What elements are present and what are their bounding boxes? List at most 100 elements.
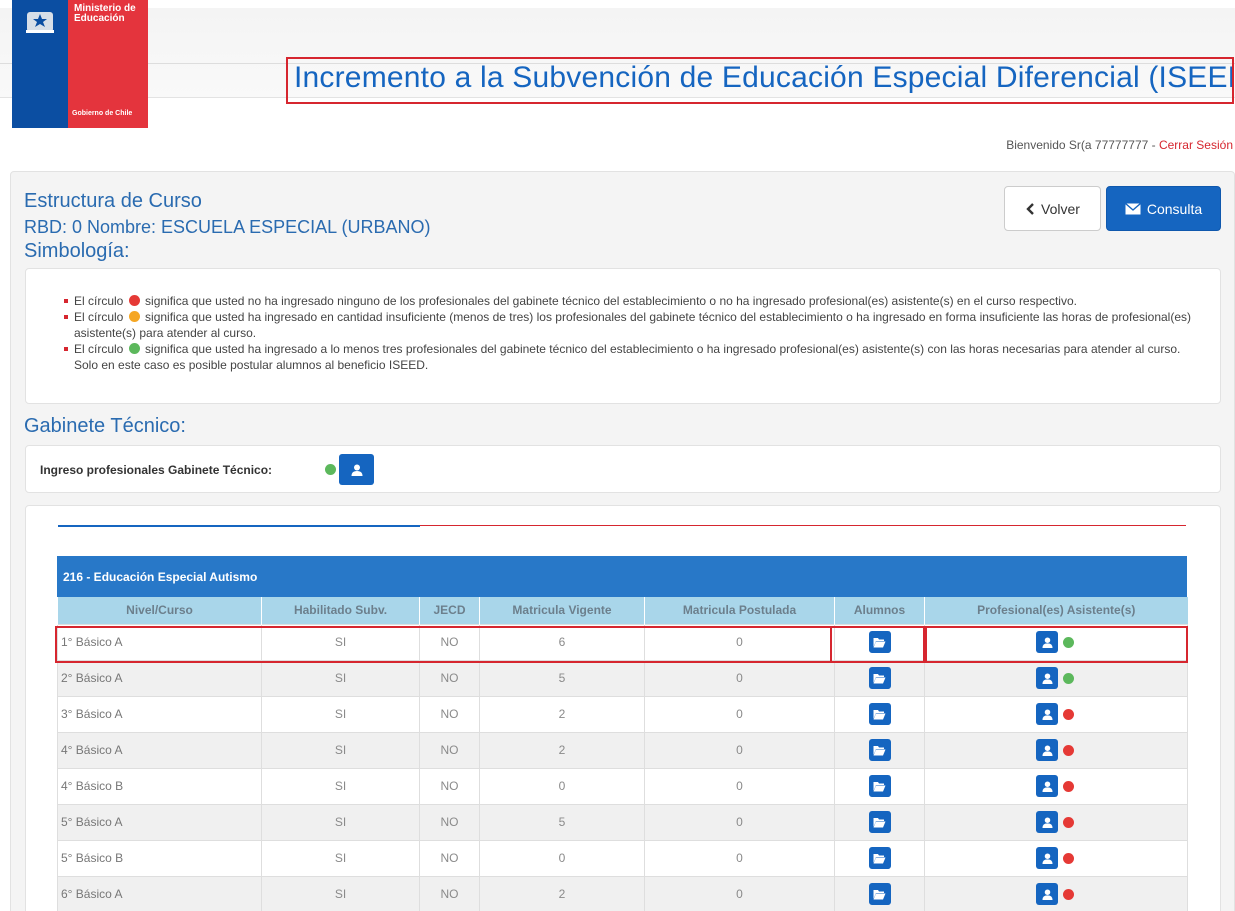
students-folder-button[interactable] <box>868 847 891 869</box>
column-header[interactable]: Alumnos <box>834 597 925 624</box>
students-folder-button[interactable] <box>868 739 891 761</box>
matricula-vigente-cell: 6 <box>479 623 645 661</box>
column-header[interactable]: Profesional(es) Asistente(s) <box>924 597 1188 624</box>
legend-text-before: El círculo <box>74 342 124 356</box>
matricula-vigente-cell: 2 <box>479 875 645 911</box>
students-folder-button[interactable] <box>868 883 891 905</box>
alumnos-cell <box>834 695 925 733</box>
students-folder-button[interactable] <box>868 811 891 833</box>
ministry-logo: Ministerio de Educación Gobierno de Chil… <box>12 0 148 128</box>
assistant-professionals-button[interactable] <box>1036 631 1058 653</box>
ministry-line-2: Educación <box>74 13 125 24</box>
legend-text-after: significa que usted ha ingresado a lo me… <box>74 342 1181 372</box>
nivel-cell: 4° Básico A <box>57 731 262 769</box>
government-label: Gobierno de Chile <box>72 110 133 117</box>
folder-open-icon <box>873 745 886 755</box>
jecd-cell: NO <box>419 875 480 911</box>
gabinete-status-dot-icon <box>325 464 336 475</box>
column-header[interactable]: Matricula Postulada <box>644 597 835 624</box>
jecd-cell: NO <box>419 659 480 697</box>
table-row: 1° Básico A SI NO 6 0 <box>57 623 1188 661</box>
students-folder-button[interactable] <box>868 631 891 653</box>
folder-open-icon <box>873 781 886 791</box>
profesionales-cell <box>924 659 1188 697</box>
students-folder-button[interactable] <box>868 775 891 797</box>
students-folder-button[interactable] <box>868 703 891 725</box>
legend-item-green: El círculo significa que usted ha ingres… <box>64 341 1204 373</box>
alumnos-cell <box>834 659 925 697</box>
assistant-professionals-button[interactable] <box>1036 703 1058 725</box>
user-icon <box>1041 744 1053 756</box>
gabinete-label: Ingreso profesionales Gabinete Técnico: <box>40 463 273 477</box>
consult-button[interactable]: Consulta <box>1106 186 1221 231</box>
alumnos-cell <box>834 875 925 911</box>
assistant-professionals-button[interactable] <box>1036 883 1058 905</box>
matricula-vigente-cell: 0 <box>479 767 645 805</box>
table-row: 2° Básico A SI NO 5 0 <box>57 659 1188 697</box>
status-dot-icon <box>1063 636 1074 648</box>
matricula-postulada-cell: 0 <box>644 659 835 697</box>
matricula-vigente-cell: 2 <box>479 695 645 733</box>
user-icon <box>1041 816 1053 828</box>
table-row: 4° Básico B SI NO 0 0 <box>57 767 1188 805</box>
habilitado-cell: SI <box>261 839 420 877</box>
habilitado-cell: SI <box>261 695 420 733</box>
habilitado-cell: SI <box>261 767 420 805</box>
logo-blue-band <box>12 0 68 128</box>
folder-open-icon <box>873 817 886 827</box>
assistant-professionals-button[interactable] <box>1036 775 1058 797</box>
red-dot-icon <box>128 295 140 306</box>
table-row: 6° Básico A SI NO 2 0 <box>57 875 1188 911</box>
table-row: 3° Básico A SI NO 2 0 <box>57 695 1188 733</box>
legend-item-orange: El círculo significa que usted ha ingres… <box>64 309 1204 341</box>
legend-text-after: significa que usted no ha ingresado ning… <box>145 294 1077 308</box>
column-header[interactable]: JECD <box>419 597 480 624</box>
table-row: 4° Básico A SI NO 2 0 <box>57 731 1188 769</box>
folder-open-icon <box>873 637 886 647</box>
user-icon <box>351 464 362 476</box>
nivel-cell: 5° Básico B <box>57 839 262 877</box>
chevron-left-icon <box>1026 202 1034 215</box>
column-header[interactable]: Habilitado Subv. <box>261 597 420 624</box>
alumnos-cell <box>834 839 925 877</box>
status-dot-icon <box>1063 780 1074 792</box>
school-info: RBD: 0 Nombre: ESCUELA ESPECIAL (URBANO) <box>24 217 431 237</box>
column-header[interactable]: Nivel/Curso <box>57 597 262 624</box>
matricula-vigente-cell: 2 <box>479 731 645 769</box>
folder-open-icon <box>873 709 886 719</box>
jecd-cell: NO <box>419 839 480 877</box>
green-dot-icon <box>128 343 140 354</box>
students-folder-button[interactable] <box>868 667 891 689</box>
column-header[interactable]: Matricula Vigente <box>479 597 645 624</box>
assistant-professionals-button[interactable] <box>1036 847 1058 869</box>
page-title: Estructura de Curso <box>24 190 202 212</box>
assistant-professionals-button[interactable] <box>1036 811 1058 833</box>
back-button[interactable]: Volver <box>1004 186 1101 231</box>
profesionales-cell <box>924 875 1188 911</box>
gabinete-professionals-button[interactable] <box>339 454 374 485</box>
profesionales-cell <box>924 731 1188 769</box>
habilitado-cell: SI <box>261 731 420 769</box>
assistant-professionals-button[interactable] <box>1036 739 1058 761</box>
alumnos-cell <box>834 623 925 661</box>
nivel-cell: 5° Básico A <box>57 803 262 841</box>
table-row: 5° Básico A SI NO 5 0 <box>57 803 1188 841</box>
matricula-postulada-cell: 0 <box>644 623 835 661</box>
habilitado-cell: SI <box>261 803 420 841</box>
profesionales-cell <box>924 767 1188 805</box>
jecd-cell: NO <box>419 695 480 733</box>
symbology-title: Simbología: <box>24 240 130 262</box>
matricula-vigente-cell: 5 <box>479 659 645 697</box>
profesionales-cell <box>924 623 1188 661</box>
assistant-professionals-button[interactable] <box>1036 667 1058 689</box>
welcome-text: Bienvenido Sr(a 77777777 <box>1006 138 1149 152</box>
profesionales-cell <box>924 839 1188 877</box>
folder-open-icon <box>873 673 886 683</box>
matricula-postulada-cell: 0 <box>644 731 835 769</box>
gabinete-box: Ingreso profesionales Gabinete Técnico: <box>25 445 1221 493</box>
user-icon <box>1041 852 1053 864</box>
logout-link[interactable]: Cerrar Sesión <box>1159 138 1233 152</box>
session-info: Bienvenido Sr(a 77777777 - Cerrar Sesión <box>1006 138 1233 152</box>
session-separator: - <box>1148 138 1159 152</box>
legend-item-red: El círculo significa que usted no ha ing… <box>64 293 1204 309</box>
